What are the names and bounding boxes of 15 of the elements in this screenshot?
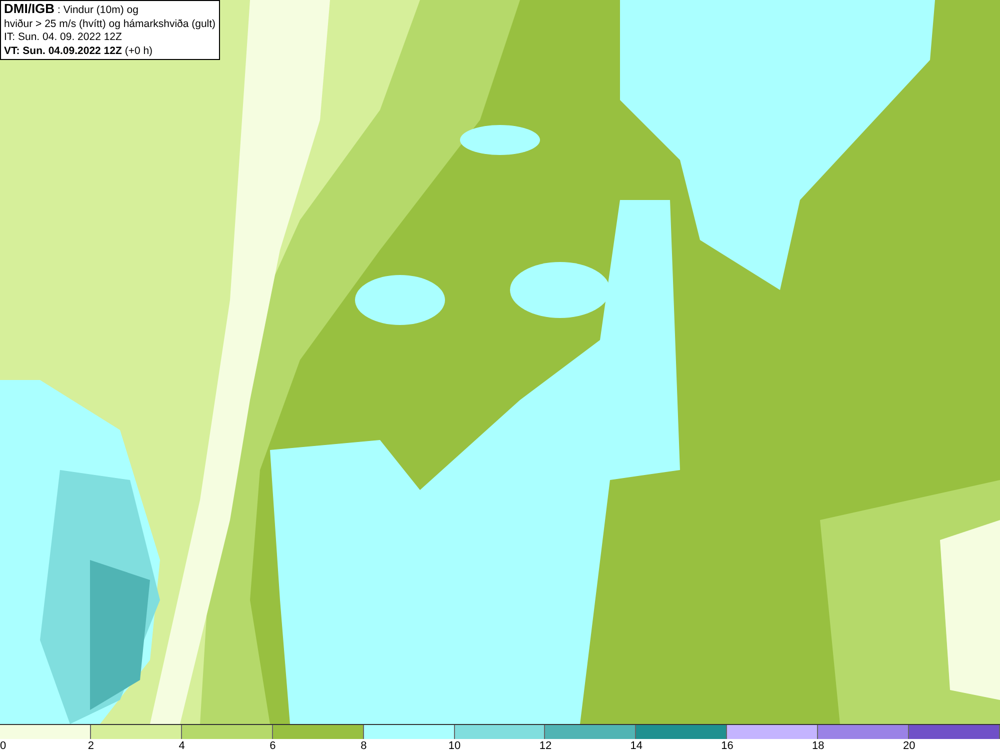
legend-tick-label: 16 [721, 739, 734, 753]
legend-tick-label: 14 [630, 739, 642, 753]
info-text: VT: Sun. 04.09.2022 12Z (+0 h) [4, 44, 154, 58]
info-text: hviður > 25 m/s (hvítt) og hámarkshviða (gult) [4, 18, 216, 31]
legend-tick-label: 8 [360, 739, 367, 753]
info-text: IT: Sun. 04. 09. 2022 12Z [4, 31, 123, 44]
info-text: DMI/IGB : Vindur (10m) og [4, 2, 140, 18]
legend-tick-label: 18 [812, 739, 824, 753]
legend-tick-label: 6 [270, 739, 276, 753]
legend-tick-label: 2 [88, 739, 94, 753]
legend-tick-label: 4 [178, 739, 185, 753]
legend-tick-label: 20 [902, 739, 916, 753]
legend-tick-label: 12 [539, 739, 552, 753]
legend-tick-label: 0 [0, 739, 6, 753]
legend-tick-label: 10 [448, 739, 461, 753]
